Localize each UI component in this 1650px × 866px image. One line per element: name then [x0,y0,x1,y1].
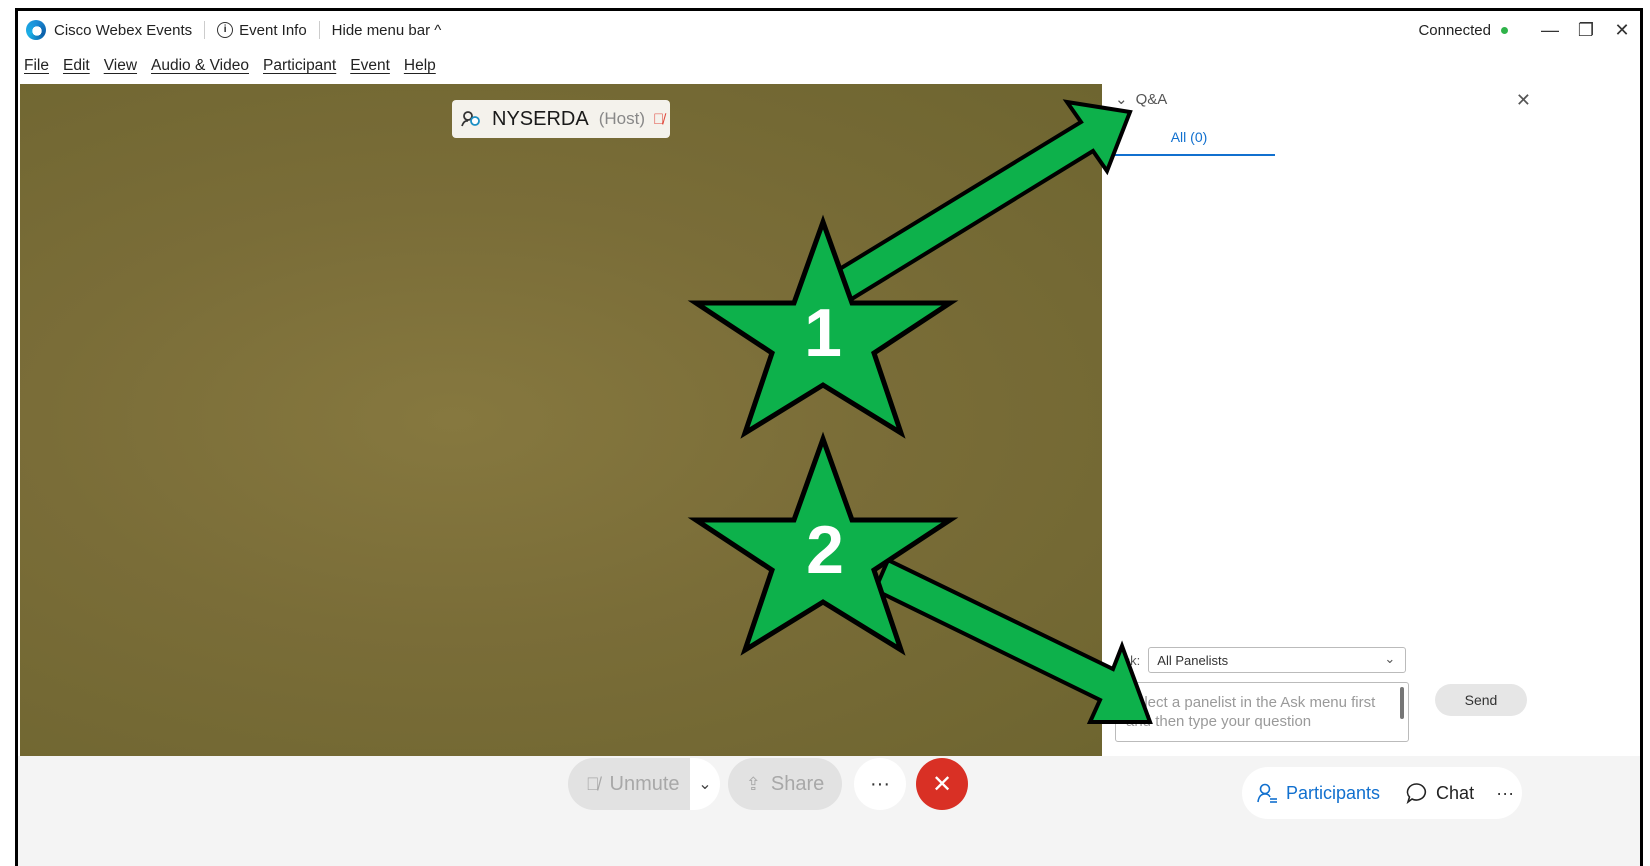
chevron-down-icon: ⌄ [698,776,712,793]
menu-event[interactable]: Event [350,57,390,75]
restore-button[interactable]: ❐ [1568,20,1604,41]
share-button[interactable]: ⇪ Share [728,758,842,810]
chevron-down-icon: ⌄ [1115,91,1128,108]
video-area: NYSERDA (Host) 🎙̸ [20,84,1102,756]
minimize-button[interactable]: — [1532,20,1568,41]
divider [204,21,206,39]
participants-icon [1257,783,1277,803]
menu-edit[interactable]: Edit [63,57,90,75]
chevron-down-icon: ⌄ [1384,651,1396,666]
participants-button[interactable]: Participants [1256,782,1380,804]
mic-off-icon: 🎙̸ [586,773,600,794]
chat-button[interactable]: Chat [1406,782,1474,804]
connection-status: Connected [1418,21,1491,39]
menu-participant[interactable]: Participant [263,57,336,75]
chat-label: Chat [1436,782,1475,803]
tab-all[interactable]: All (0) [1103,124,1275,156]
chat-icon [1406,783,1427,804]
menu-audio-video[interactable]: Audio & Video [151,57,249,75]
unmute-label: Unmute [609,772,680,795]
share-label: Share [770,772,825,795]
info-icon: i [217,22,234,38]
more-options-button[interactable]: ··· [854,758,906,810]
app-title: Cisco Webex Events [54,21,193,39]
ask-dropdown[interactable]: All Panelists ⌄ [1148,647,1407,673]
divider [318,21,320,39]
event-info-label: Event Info [239,21,307,39]
close-panel-button[interactable]: ✕ [1516,90,1531,111]
menu-help[interactable]: Help [404,57,436,75]
event-info-button[interactable]: i Event Info [217,22,307,39]
webex-window: Cisco Webex Events i Event Info Hide men… [15,8,1643,866]
host-icon [461,111,480,127]
overflow-menu-button[interactable]: ··· [1496,783,1514,804]
close-window-button[interactable]: ✕ [1604,20,1640,41]
muted-mic-icon: 🎙̸ [652,110,665,128]
close-icon: ✕ [931,770,953,798]
qa-panel: ⌄ Q&A ✕ All (0) Ask: All Panelists ⌄ Sel… [1103,84,1543,756]
webex-logo-icon [26,20,46,40]
panel-toggles: Participants Chat ··· [1242,767,1522,819]
window-controls: Connected — ❐ ✕ [1418,11,1640,49]
status-dot-icon [1501,26,1508,34]
presenter-role: (Host) [598,109,645,128]
qa-header[interactable]: ⌄ Q&A [1103,84,1543,114]
ask-label: Ask: [1115,652,1141,668]
menu-view[interactable]: View [104,57,137,75]
hide-menu-bar-button[interactable]: Hide menu bar ^ [332,22,442,39]
qa-title: Q&A [1135,90,1168,108]
scrollbar[interactable] [1400,687,1404,719]
presenter-badge: NYSERDA (Host) 🎙̸ [452,100,670,138]
question-placeholder: Select a panelist in the Ask menu first … [1126,694,1376,730]
ask-row: Ask: All Panelists ⌄ [1115,647,1407,673]
menu-file[interactable]: File [24,57,49,75]
end-call-button[interactable]: ✕ [916,758,968,810]
send-button[interactable]: Send [1435,684,1527,716]
share-icon: ⇪ [745,773,761,794]
presenter-name: NYSERDA [492,107,589,130]
participants-label: Participants [1286,782,1381,803]
menu-bar: File Edit View Audio & Video Participant… [18,49,1640,83]
title-bar: Cisco Webex Events i Event Info Hide men… [18,11,1640,49]
question-input[interactable]: Select a panelist in the Ask menu first … [1115,682,1409,742]
ask-selected-value: All Panelists [1157,652,1229,668]
